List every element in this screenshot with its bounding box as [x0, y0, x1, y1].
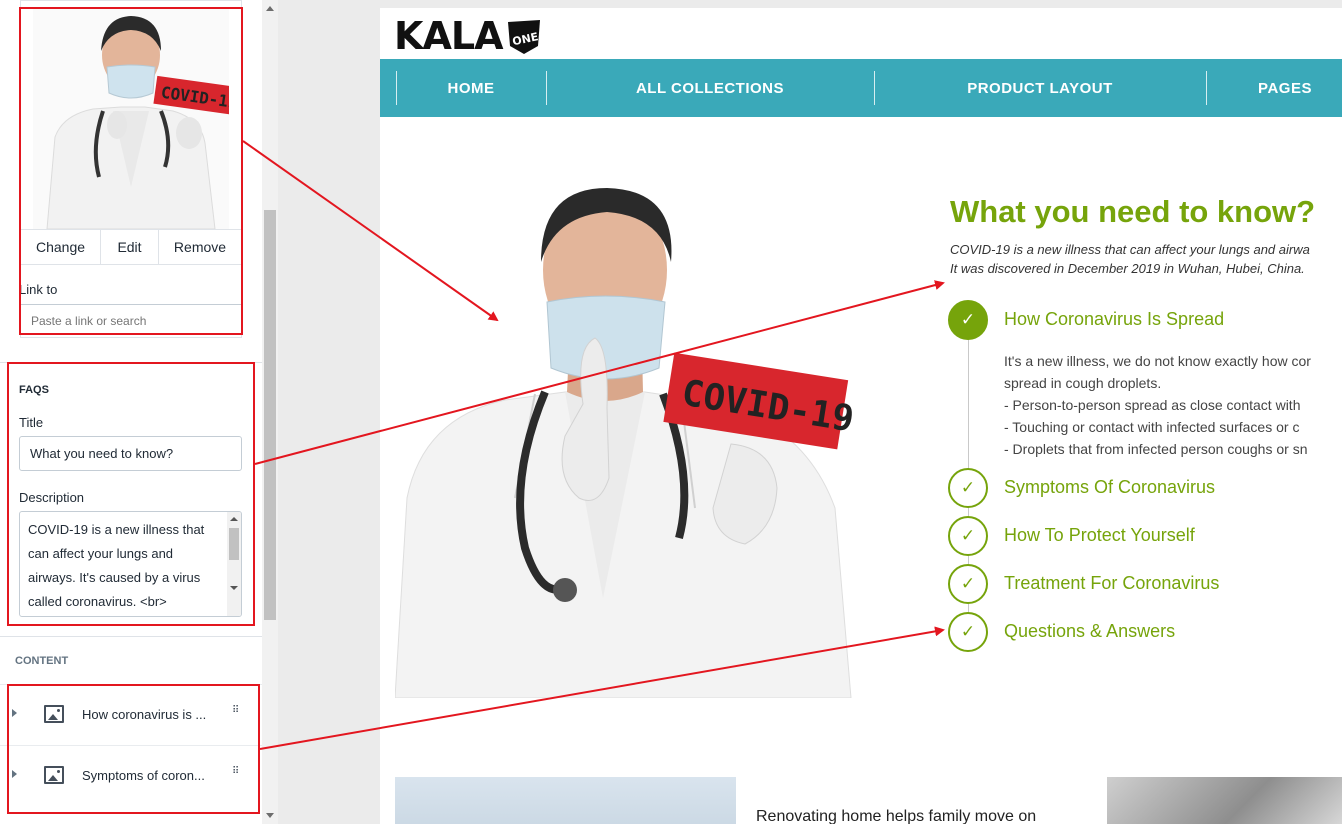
faq-answer-line: spread in cough droplets.	[1004, 375, 1162, 391]
blog-title[interactable]: Renovating home helps family move on	[756, 808, 1036, 824]
faq-answer-line: - Touching or contact with infected surf…	[1004, 419, 1300, 435]
faq-answer: It's a new illness, we do not know exact…	[1004, 350, 1311, 460]
nav-all-collections[interactable]: ALL COLLECTIONS	[546, 59, 874, 117]
nav-product-layout[interactable]: PRODUCT LAYOUT	[874, 59, 1206, 117]
faq-question[interactable]: Symptoms Of Coronavirus	[1004, 477, 1215, 498]
logo-badge-icon: ONE	[508, 20, 541, 54]
faq-accordion: ✓ How Coronavirus Is Spread It's a new i…	[948, 300, 1342, 660]
scroll-up-icon[interactable]	[266, 6, 274, 11]
blog-image-left[interactable]	[395, 777, 736, 824]
nav-pages[interactable]: PAGES	[1206, 59, 1342, 117]
check-icon: ✓	[948, 612, 988, 652]
faq-question[interactable]: How To Protect Yourself	[1004, 525, 1195, 546]
annotation-box-image	[19, 7, 243, 335]
check-icon: ✓	[948, 564, 988, 604]
sidebar-scrollbar[interactable]	[262, 0, 278, 824]
faq-answer-line: It's a new illness, we do not know exact…	[1004, 353, 1311, 369]
preview-gutter	[278, 0, 380, 824]
faq-question[interactable]: How Coronavirus Is Spread	[1004, 309, 1224, 330]
faq-question[interactable]: Questions & Answers	[1004, 621, 1175, 642]
nav-home[interactable]: HOME	[396, 59, 546, 117]
faq-description-line: COVID-19 is a new illness that can affec…	[950, 242, 1310, 257]
faq-title: What you need to know?	[950, 194, 1316, 229]
theme-editor-screen: COVID-19 Change Edit Remove Link to FAQS…	[0, 0, 1342, 824]
blog-image-right[interactable]	[1107, 777, 1342, 824]
annotation-box-content	[7, 684, 260, 814]
faq-answer-line: - Droplets that from infected person cou…	[1004, 441, 1308, 457]
faq-question[interactable]: Treatment For Coronavirus	[1004, 573, 1219, 594]
annotation-box-faqs	[7, 362, 255, 626]
logo-wordmark: KALA	[394, 14, 503, 58]
check-icon: ✓	[948, 516, 988, 556]
faq-description: COVID-19 is a new illness that can affec…	[950, 240, 1310, 278]
store-logo[interactable]: KALA ONE	[394, 12, 544, 60]
content-section-heading: CONTENT	[15, 655, 69, 667]
check-icon: ✓	[948, 468, 988, 508]
scroll-down-icon[interactable]	[266, 813, 274, 818]
doctor-hero-image: COVID-19	[394, 178, 861, 699]
sidebar-scroll-thumb[interactable]	[264, 210, 276, 620]
check-icon: ✓	[948, 300, 988, 340]
main-navigation: HOME ALL COLLECTIONS PRODUCT LAYOUT PAGE…	[380, 59, 1342, 117]
storefront-preview: KALA ONE HOME ALL COLLECTIONS PRODUCT LA…	[380, 8, 1342, 824]
faq-answer-line: - Person-to-person spread as close conta…	[1004, 397, 1301, 413]
faq-description-line: It was discovered in December 2019 in Wu…	[950, 261, 1305, 276]
